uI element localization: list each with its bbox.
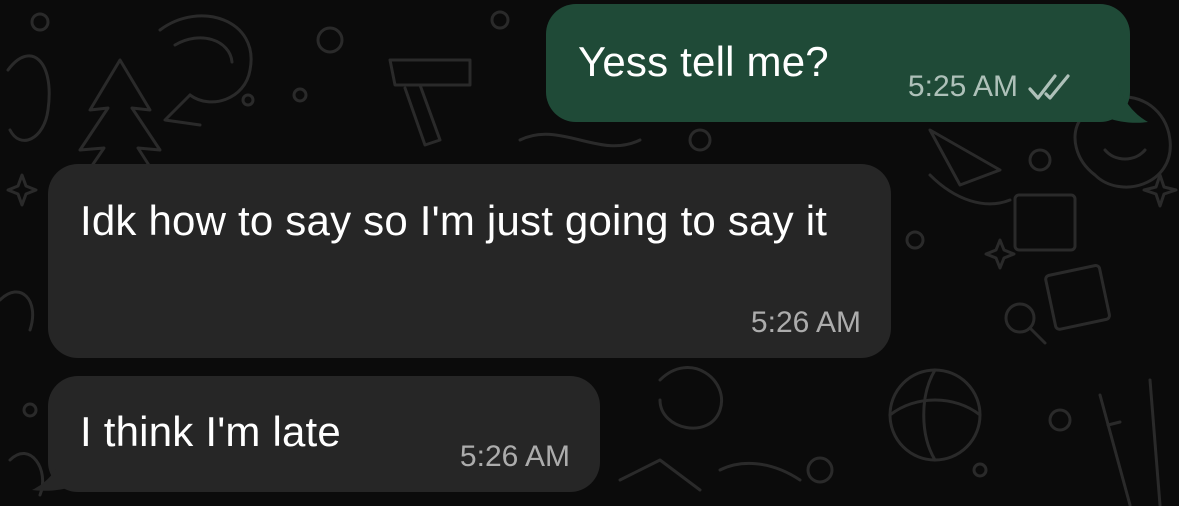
message-meta: 5:25 AM	[908, 70, 1074, 104]
incoming-message-bubble[interactable]: Idk how to say so I'm just going to say …	[48, 164, 891, 358]
message-timestamp: 5:26 AM	[459, 440, 570, 473]
outgoing-message-bubble[interactable]: Yess tell me? 5:25 AM	[546, 4, 1130, 122]
message-meta: 5:26 AM	[460, 440, 570, 474]
message-timestamp: 5:25 AM	[907, 70, 1018, 103]
double-check-icon	[1028, 74, 1070, 100]
incoming-message-bubble[interactable]: I think I'm late 5:26 AM	[48, 376, 600, 492]
outgoing-bubble-tail	[1108, 84, 1148, 123]
message-text: I think I'm late	[80, 408, 341, 455]
message-meta: 5:26 AM	[751, 306, 861, 340]
incoming-bubble-tail	[32, 452, 74, 491]
message-text: Idk how to say so I'm just going to say …	[80, 197, 828, 244]
message-text: Yess tell me?	[578, 38, 829, 85]
message-timestamp: 5:26 AM	[750, 306, 861, 339]
